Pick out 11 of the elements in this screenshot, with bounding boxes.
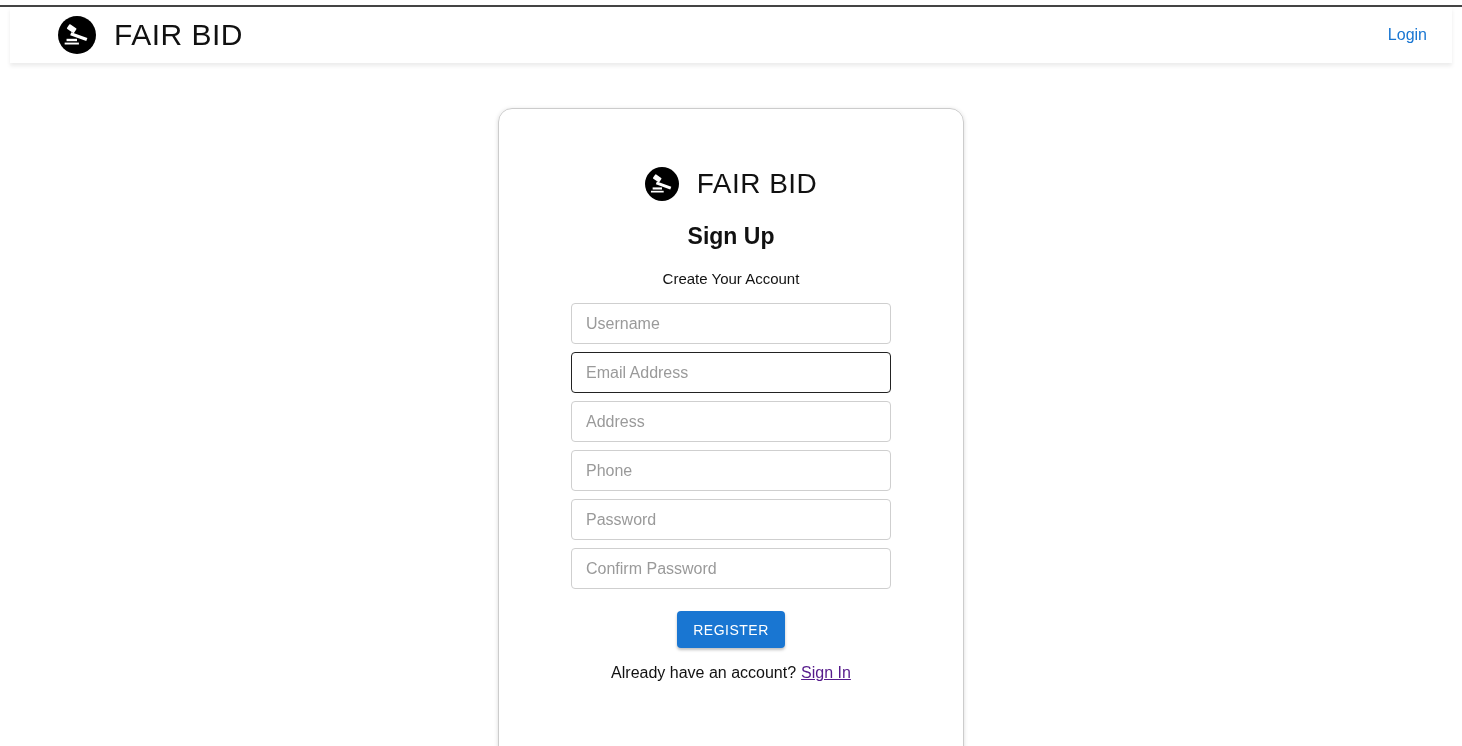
- input-field[interactable]: Email Address: [571, 352, 891, 393]
- brand-name: FAIR BID: [696, 168, 818, 200]
- gavel-icon: [644, 167, 679, 201]
- form-subtitle: Create Your Account: [662, 270, 800, 287]
- gavel-icon: [58, 16, 96, 54]
- login-link[interactable]: Login: [1387, 26, 1427, 44]
- signin-link[interactable]: Sign In: [801, 664, 851, 682]
- signin-prompt: Already have an account?: [611, 664, 797, 682]
- register-button[interactable]: REGISTER: [677, 611, 785, 648]
- brand-name: FAIR BID: [114, 18, 244, 52]
- form-title: Sign Up: [687, 223, 775, 250]
